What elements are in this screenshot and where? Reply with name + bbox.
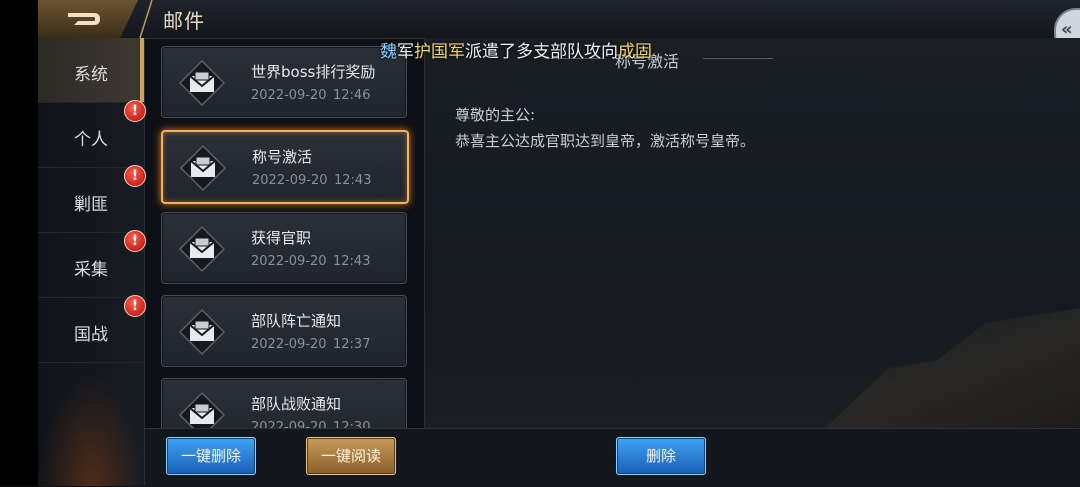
- double-chevron-left-icon: «: [1061, 19, 1073, 40]
- category-sidebar: 系统 个人 ! 剿匪 ! 采集 ! 国战 !: [38, 38, 146, 486]
- mail-date: 2022-09-20: [251, 88, 327, 103]
- announcement-army: 护国军: [414, 42, 465, 62]
- title-separator: [139, 0, 153, 38]
- mail-item[interactable]: 世界boss排行奖励 2022-09-20 12:46: [161, 46, 407, 118]
- mail-time: 12:46: [333, 88, 371, 103]
- read-all-button[interactable]: 一键阅读: [306, 437, 396, 475]
- mail-date: 2022-09-20: [251, 337, 327, 352]
- delete-all-button[interactable]: 一键删除: [166, 437, 256, 475]
- announcement-text: 派遣了多支部队攻向: [465, 42, 618, 62]
- mail-time: 12:37: [333, 337, 371, 352]
- mail-detail-panel: 称号激活 尊敬的主公: 恭喜主公达成官职达到皇帝，激活称号皇帝。: [424, 38, 1080, 428]
- mail-title: 世界boss排行奖励: [251, 63, 376, 81]
- tab-label: 采集: [74, 260, 108, 280]
- mail-title: 获得官职: [251, 229, 312, 247]
- delete-button[interactable]: 删除: [616, 437, 706, 475]
- announcement-marquee: 魏军护国军派遣了多支部队攻向成固: [380, 37, 652, 62]
- mail-item[interactable]: 部队阵亡通知 2022-09-20 12:37: [161, 295, 407, 367]
- alert-badge-icon: !: [124, 295, 146, 317]
- tab-label: 剿匪: [74, 195, 108, 215]
- tab-personal[interactable]: 个人 !: [38, 100, 146, 168]
- announcement-city: 成固: [618, 42, 652, 62]
- tab-bandits[interactable]: 剿匪 !: [38, 165, 146, 233]
- back-arrow-icon: [68, 13, 100, 25]
- back-button[interactable]: [38, 0, 138, 38]
- mail-time: 12:30: [333, 420, 371, 428]
- screen-bezel: [0, 0, 38, 486]
- tab-label: 个人: [74, 130, 108, 150]
- ember-decoration: [38, 376, 144, 486]
- tab-label: 国战: [74, 325, 108, 345]
- envelope-icon: [178, 59, 226, 107]
- mail-item[interactable]: 部队战败通知 2022-09-20 12:30: [161, 378, 407, 428]
- announcement-text: 军: [397, 42, 414, 62]
- mail-item[interactable]: 获得官职 2022-09-20 12:43: [161, 212, 407, 284]
- header-bar: 邮件 «: [38, 0, 1080, 56]
- tab-national-war[interactable]: 国战 !: [38, 295, 146, 363]
- bottom-action-bar: 一键删除 一键阅读 删除: [145, 428, 1080, 487]
- tab-gather[interactable]: 采集 !: [38, 230, 146, 298]
- envelope-icon: [178, 225, 226, 273]
- alert-badge-icon: !: [124, 100, 146, 122]
- envelope-icon: [179, 144, 227, 192]
- mail-time: 12:43: [334, 173, 372, 188]
- title-divider-right: [703, 58, 773, 59]
- mail-date: 2022-09-20: [251, 420, 327, 428]
- alert-badge-icon: !: [124, 165, 146, 187]
- envelope-icon: [178, 391, 226, 428]
- mail-list[interactable]: 世界boss排行奖励 2022-09-20 12:46 称号激活 2022-09…: [145, 38, 423, 428]
- mail-title: 部队阵亡通知: [251, 312, 342, 330]
- mail-title: 称号激活: [252, 148, 313, 166]
- mail-date: 2022-09-20: [251, 254, 327, 269]
- mail-greeting: 尊敬的主公:: [455, 106, 536, 124]
- fortress-background: [825, 308, 1080, 428]
- mail-body: 恭喜主公达成官职达到皇帝，激活称号皇帝。: [455, 132, 756, 150]
- page-title: 邮件: [163, 9, 205, 33]
- mail-time: 12:43: [333, 254, 371, 269]
- tab-label: 系统: [74, 65, 108, 85]
- announcement-faction: 魏: [380, 42, 397, 62]
- mail-date: 2022-09-20: [252, 173, 328, 188]
- mail-title: 部队战败通知: [251, 395, 342, 413]
- tab-system[interactable]: 系统: [38, 38, 144, 103]
- envelope-icon: [178, 308, 226, 356]
- mail-item-selected[interactable]: 称号激活 2022-09-20 12:43: [161, 130, 409, 204]
- alert-badge-icon: !: [124, 230, 146, 252]
